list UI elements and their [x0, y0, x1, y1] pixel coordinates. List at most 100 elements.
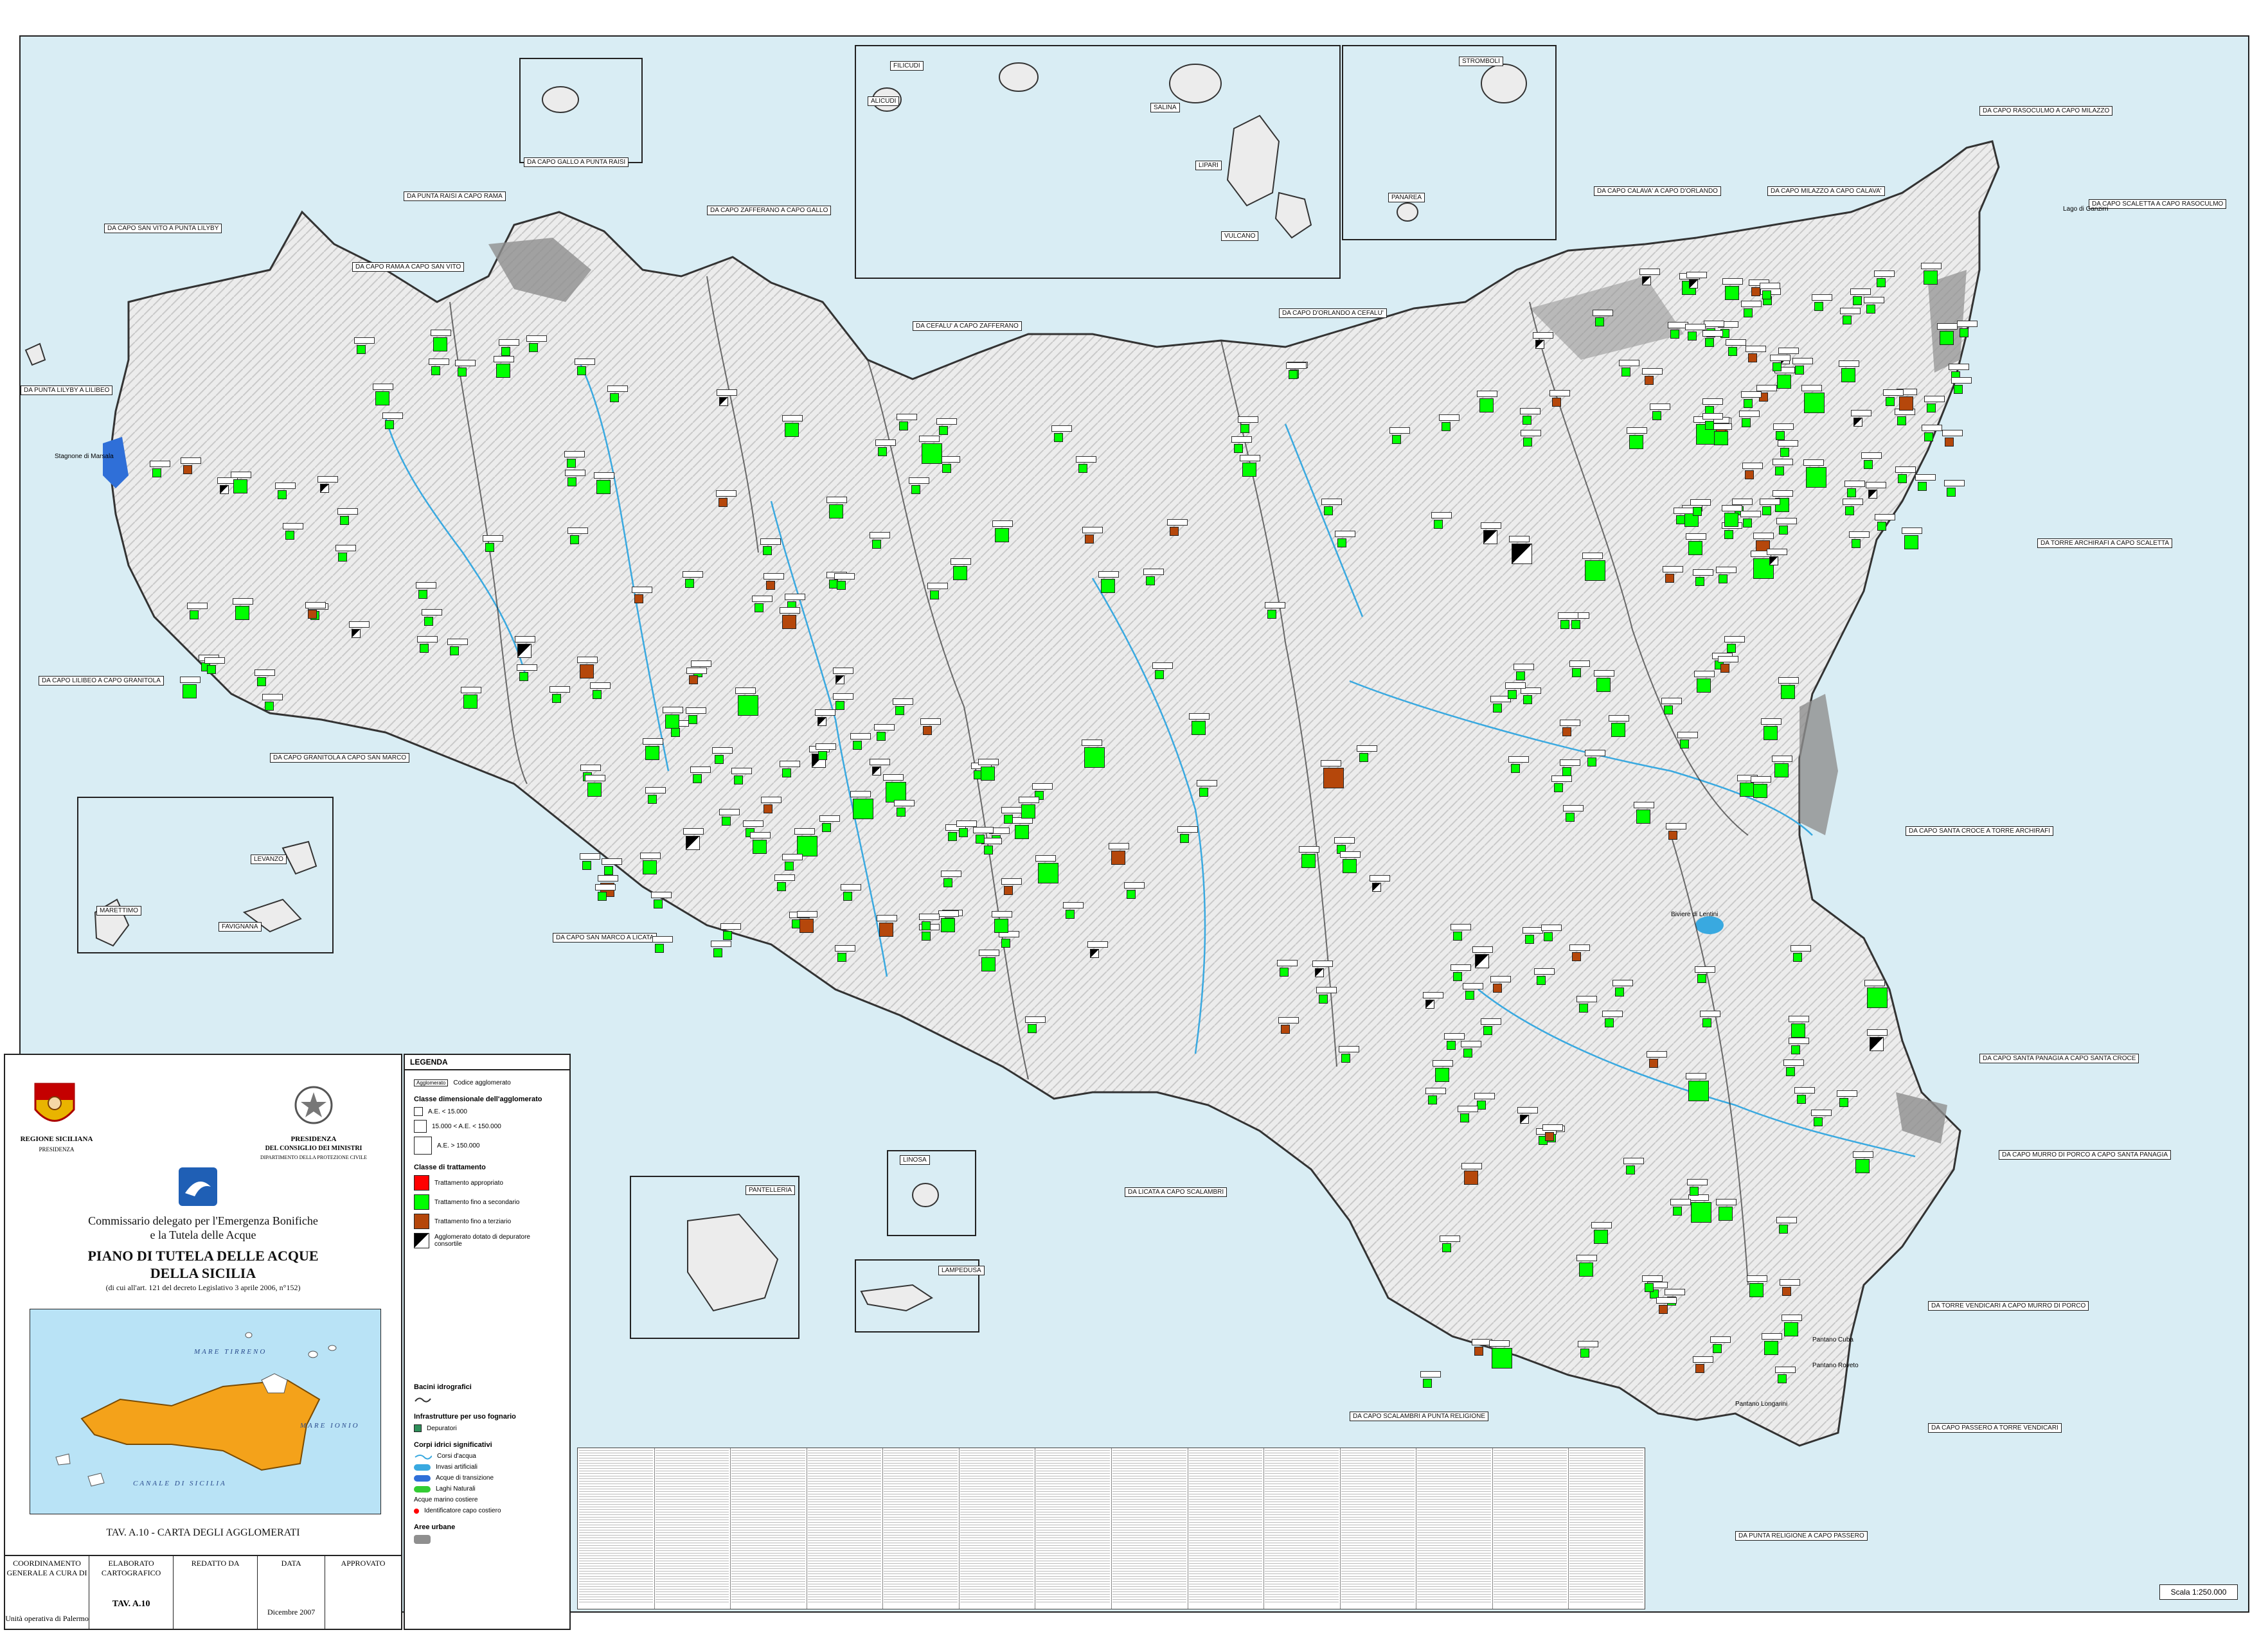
table-column — [1263, 1448, 1341, 1609]
place-stagnone: Stagnone di Marsala — [55, 453, 114, 460]
legend-treat-1: Trattamento appropriato — [434, 1179, 503, 1187]
title-footer: COORDINAMENTO GENERALE A CURA DI Unità o… — [5, 1555, 401, 1630]
legend-reservoirs: Invasi artificiali — [436, 1464, 478, 1471]
island-label-stromboli: STROMBOLI — [1459, 57, 1503, 66]
legend-treat-4: Agglomerato dotato di depuratore consort… — [434, 1234, 530, 1248]
tav-title: TAV. A.10 - CARTA DEGLI AGGLOMERATI — [106, 1527, 300, 1538]
locator-tirreno: MARE TIRRENO — [194, 1348, 267, 1356]
footer-col1-head: COORDINAMENTO GENERALE A CURA DI — [6, 1559, 87, 1577]
title-panel: REGIONE SICILIANA PRESIDENZA PRESIDENZA … — [4, 1054, 402, 1630]
table-column — [1416, 1448, 1493, 1609]
legend-title: LEGENDA — [405, 1055, 569, 1070]
inset-aeolian-west — [855, 45, 1341, 279]
legend-dim-3: A.E. > 150.000 — [437, 1142, 480, 1149]
legend-urban-symbol — [414, 1535, 560, 1544]
island-label-pantelleria: PANTELLERIA — [746, 1185, 796, 1195]
coast-label-5: DA CAPO ZAFFERANO A CAPO GALLO — [707, 206, 832, 215]
table-column — [1492, 1448, 1569, 1609]
coast-label-16: DA PUNTA RELIGIONE A CAPO PASSERO — [1735, 1531, 1868, 1541]
table-column — [578, 1448, 655, 1609]
island-label-alicudi: FILICUDI — [890, 61, 924, 71]
table-column — [807, 1448, 884, 1609]
coast-label-6: DA CAPO GALLO A PUNTA RAISI — [524, 157, 629, 167]
scale-label: Scala 1:250.000 — [2159, 1584, 2238, 1600]
table-column — [1111, 1448, 1188, 1609]
table-row — [884, 1600, 958, 1602]
table-column — [1035, 1448, 1112, 1609]
island-label-alicudi-2: ALICUDI — [868, 96, 900, 106]
coast-label-14: DA LICATA A CAPO SCALAMBRI — [1125, 1187, 1228, 1197]
island-label-vulcano: VULCANO — [1221, 231, 1259, 241]
commissioner-line2: e la Tutela delle Acque — [150, 1228, 256, 1241]
coast-label-22: DA TORRE ARCHIRAFI A CAPO SCALETTA — [2037, 538, 2173, 548]
legend-treat-3: Trattamento fino a terziario — [434, 1218, 512, 1225]
coast-label-17: DA CAPO PASSERO A TORRE VENDICARI — [1928, 1423, 2062, 1433]
footer-col2-head: ELABORATO CARTOGRAFICO — [101, 1559, 161, 1577]
inset-egadi — [77, 797, 334, 953]
legend-panel: LEGENDA Agglomerato Codice agglomerato C… — [404, 1054, 571, 1630]
legend-rivers-row: Corsi d'acqua — [414, 1453, 560, 1460]
legend-code-sample: Agglomerato — [414, 1079, 449, 1086]
legend-coastal-row: Acque marino costiere — [414, 1496, 560, 1503]
coast-label-13: DA CAPO SAN MARCO A LICATA — [553, 933, 657, 943]
table-column — [959, 1448, 1036, 1609]
table-row — [807, 1600, 882, 1602]
locator-ionio: MARE IONIO — [300, 1422, 360, 1430]
table-column — [730, 1448, 807, 1609]
presidency-dept: DIPARTIMENTO DELLA PROTEZIONE CIVILE — [260, 1155, 367, 1160]
legend-treat-head: Classe di trattamento — [414, 1164, 486, 1171]
legend-depuratori: Depuratori — [427, 1424, 457, 1432]
coast-label-10: DA PUNTA LILYBY A LILIBEO — [21, 385, 113, 395]
island-label-levanzo: LEVANZO — [251, 855, 287, 864]
legend-treat-row-2: Trattamento fino a secondario — [414, 1194, 560, 1210]
coast-label-8: DA CAPO RAMA A CAPO SAN VITO — [352, 262, 465, 272]
commissioner-line1: Commissario delegato per l'Emergenza Bon… — [88, 1214, 318, 1227]
legend-treat-row-1: Trattamento appropriato — [414, 1175, 560, 1191]
footer-col4-head: DATA — [281, 1559, 301, 1568]
lentini-lake — [1695, 916, 1724, 934]
inset-pantelleria — [630, 1176, 799, 1339]
legend-transition-row: Acque di transizione — [414, 1475, 560, 1482]
table-column — [654, 1448, 731, 1609]
coast-label-7: DA PUNTA RAISI A CAPO RAMA — [404, 191, 506, 201]
plan-ref: (di cui all'art. 121 del decreto Legisla… — [105, 1283, 301, 1292]
legend-dim-1: A.E. < 15.000 — [428, 1108, 467, 1115]
agglomeration-table — [577, 1448, 1645, 1609]
legend-dim-head: Classe dimensionale dell'agglomerato — [414, 1095, 542, 1103]
place-lentini: Biviere di Lentini — [1671, 911, 1719, 918]
island-label-favignana: FAVIGNANA — [219, 922, 262, 932]
table-row — [960, 1600, 1034, 1602]
coast-label-20: DA CAPO SANTA PANAGIA A CAPO SANTA CROCE — [1979, 1054, 2139, 1063]
legend-reservoirs-row: Invasi artificiali — [414, 1464, 560, 1471]
coast-label-1: DA CAPO MILAZZO A CAPO CALAVA' — [1767, 186, 1885, 196]
table-row — [1569, 1600, 1643, 1602]
coast-label-3: DA CAPO D'ORLANDO A CEFALU' — [1279, 308, 1387, 318]
table-row — [1036, 1600, 1110, 1602]
table-row — [1112, 1600, 1186, 1602]
legend-basins: Bacini idrografici — [414, 1383, 472, 1391]
coast-label-19: DA CAPO MURRO DI PORCO A CAPO SANTA PANA… — [1999, 1150, 2172, 1160]
table-row — [731, 1600, 805, 1602]
table-column — [1340, 1448, 1417, 1609]
table-row — [1265, 1600, 1339, 1602]
plan-line2: DELLA SICILIA — [150, 1265, 256, 1281]
island-label-linosa: LINOSA — [900, 1155, 930, 1165]
plan-line1: PIANO DI TUTELA DELLE ACQUE — [87, 1248, 319, 1264]
coast-label-0: DA CAPO RASOCULMO A CAPO MILAZZO — [1979, 106, 2113, 116]
commissioner-logo-icon — [179, 1167, 217, 1206]
table-row — [1493, 1600, 1567, 1602]
legend-urban: Aree urbane — [414, 1523, 456, 1531]
coast-label-2: DA CAPO CALAVA' A CAPO D'ORLANDO — [1594, 186, 1721, 196]
legend-water-head: Corpi idrici significativi — [414, 1441, 492, 1449]
legend-coastal-id: Identificatore capo costiero — [424, 1507, 501, 1514]
legend-infra: Infrastrutture per uso fognario — [414, 1413, 516, 1421]
region-sub: PRESIDENZA — [39, 1146, 75, 1153]
legend-lakes-row: Laghi Naturali — [414, 1485, 560, 1493]
table-row — [579, 1600, 653, 1602]
legend-code-label: Codice agglomerato — [453, 1079, 511, 1086]
legend-basin-symbol — [414, 1395, 560, 1404]
legend-code-row: Agglomerato Codice agglomerato — [414, 1079, 560, 1086]
legend-coastal: Acque marino costiere — [414, 1496, 478, 1503]
place-pantano-cuba: Pantano Cuba — [1812, 1336, 1853, 1343]
coast-label-18: DA TORRE VENDICARI A CAPO MURRO DI PORCO — [1928, 1301, 2089, 1311]
